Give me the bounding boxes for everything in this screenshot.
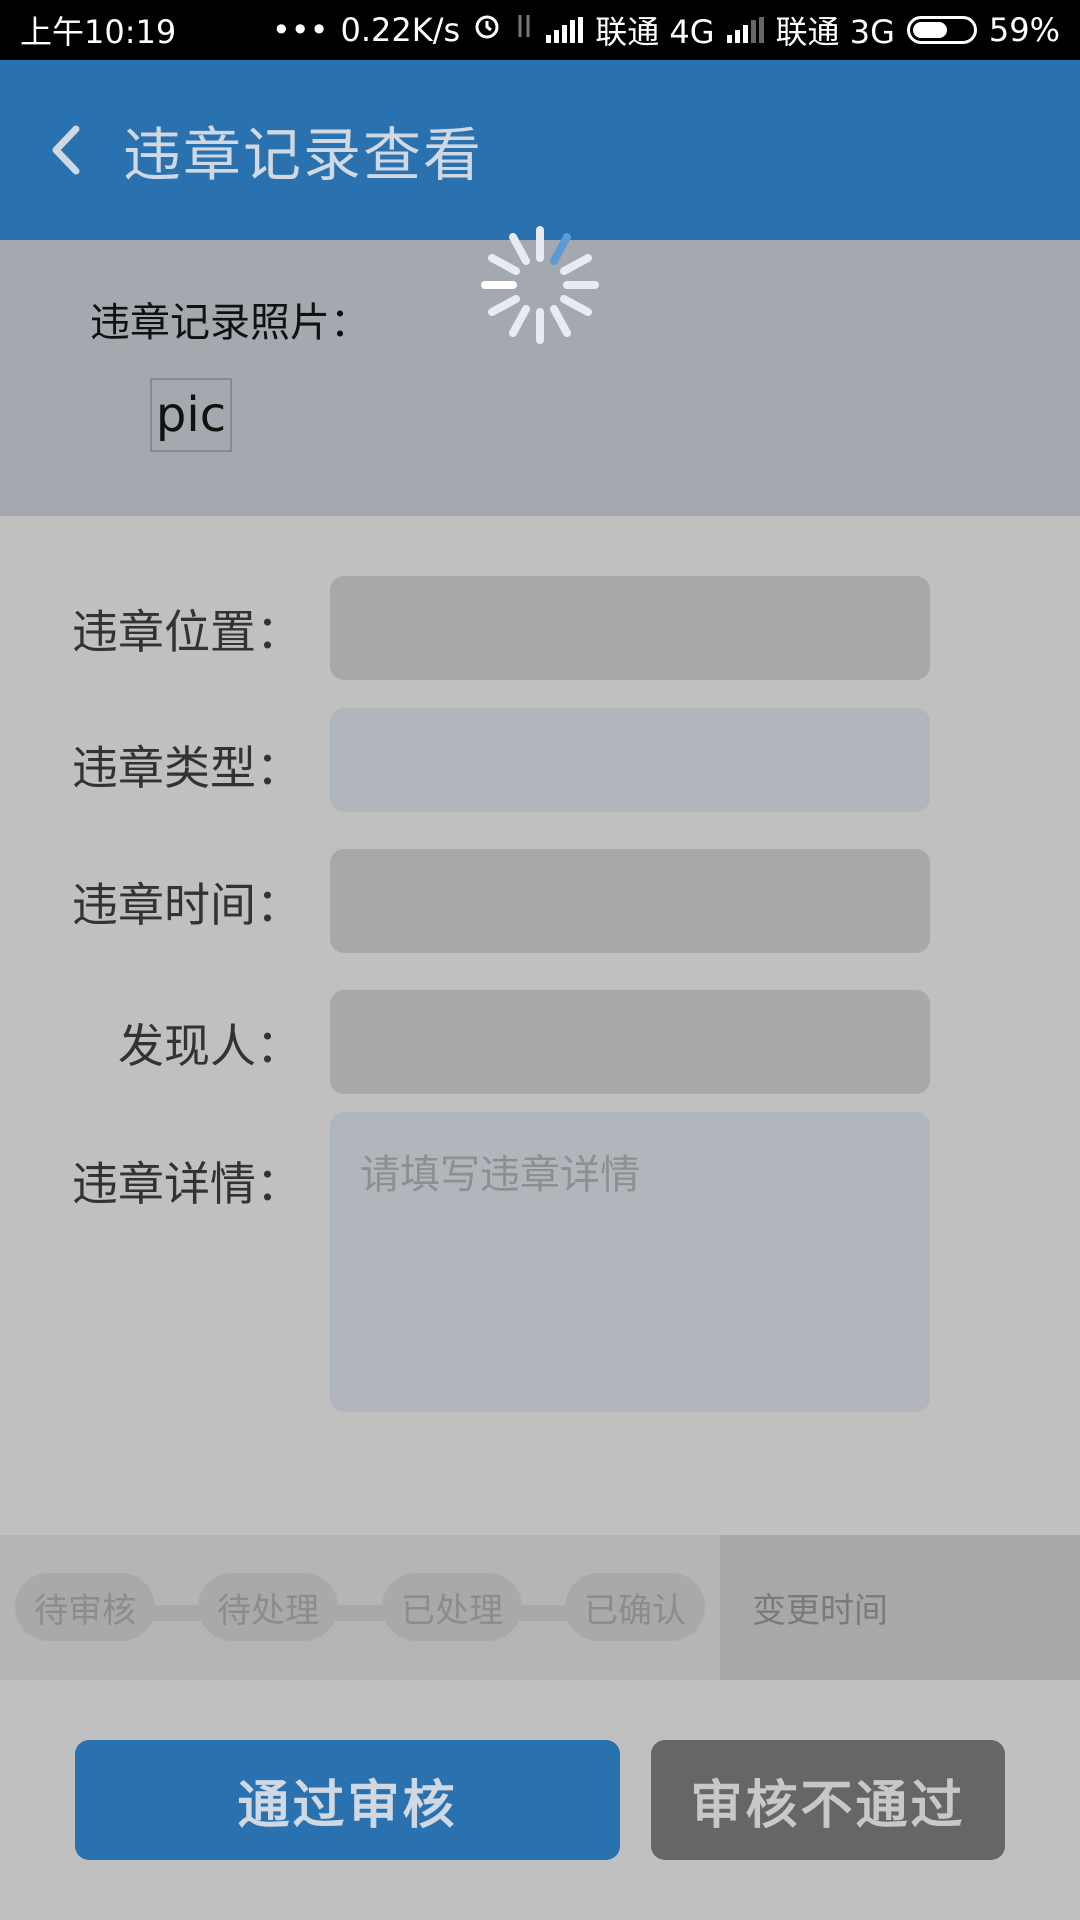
pic-placeholder-text: pic [155, 387, 227, 443]
signal-icon-2 [726, 17, 764, 43]
finder-label: 发现人： [118, 1019, 302, 1073]
carrier-1: 联通 4G [595, 13, 715, 51]
reject-button[interactable]: 审核不通过 [651, 1740, 1005, 1860]
location-field[interactable] [330, 576, 930, 680]
detail-label: 违章详情： [72, 1157, 302, 1211]
photo-label: 违章记录照片： [90, 300, 370, 346]
type-label: 违章类型： [72, 741, 302, 795]
carrier-2: 联通 3G [775, 13, 895, 51]
step-processed: 已处理 [382, 1573, 522, 1641]
status-indicators: ••• 0.22K/s 联通 4G 联通 3G 59% [272, 7, 1060, 53]
step-confirmed: 已确认 [565, 1573, 705, 1641]
detail-placeholder: 请填写违章详情 [360, 1152, 640, 1198]
detail-textarea[interactable]: 请填写违章详情 [330, 1112, 930, 1412]
finder-field[interactable] [330, 990, 930, 1094]
data-arrows-icon [514, 11, 534, 49]
track-line [80, 1605, 640, 1621]
step-pending-review: 待审核 [15, 1573, 155, 1641]
violation-photo[interactable]: pic [150, 378, 232, 452]
location-label: 违章位置： [72, 605, 302, 659]
page-title: 违章记录查看 [123, 121, 484, 189]
form-row-type: 违章类型： [0, 708, 1080, 812]
time-field[interactable] [330, 849, 930, 953]
battery-level: 59% [988, 11, 1060, 49]
form-row-detail: 违章详情： 请填写违章详情 [0, 1112, 1080, 1412]
signal-icon [546, 17, 584, 43]
loading-spinner-icon [465, 210, 615, 360]
status-bar: 上午10:19 ••• 0.22K/s 联通 4G 联通 3G 59% [0, 0, 1080, 60]
more-icon: ••• [271, 11, 329, 49]
form-row-time: 违章时间： [0, 849, 1080, 953]
change-time-label: 变更时间 [720, 1535, 1080, 1680]
status-track: 待审核 待处理 已处理 已确认 变更时间 [0, 1535, 1080, 1680]
back-arrow-icon[interactable] [45, 120, 85, 180]
time-label: 违章时间： [72, 878, 302, 932]
step-pending-process: 待处理 [198, 1573, 338, 1641]
status-time: 上午10:19 [20, 13, 177, 51]
network-speed: 0.22K/s [340, 11, 461, 49]
type-field[interactable] [330, 708, 930, 812]
form-row-finder: 发现人： [0, 990, 1080, 1094]
battery-icon [906, 16, 977, 44]
form-row-location: 违章位置： [0, 576, 1080, 680]
approve-button[interactable]: 通过审核 [75, 1740, 620, 1860]
alarm-icon [472, 11, 502, 49]
